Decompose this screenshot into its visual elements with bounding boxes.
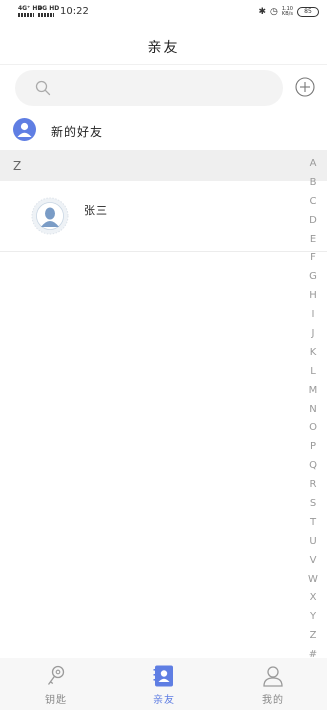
alphabet-index-item[interactable]: M [304, 382, 322, 401]
search-icon [35, 80, 51, 96]
alphabet-index-item[interactable]: B [304, 174, 322, 193]
new-friends-icon [13, 118, 36, 141]
section-letter: Z [13, 159, 22, 173]
alphabet-index-item[interactable]: H [304, 287, 322, 306]
bluetooth-icon: ✱ [258, 7, 266, 17]
alphabet-index-item[interactable]: D [304, 212, 322, 231]
nav-item-contacts[interactable]: 亲友 [134, 658, 194, 710]
sim2-label: 4G HD [38, 5, 60, 12]
alphabet-index-item[interactable]: J [304, 325, 322, 344]
alphabet-index-item[interactable]: R [304, 476, 322, 495]
nav-label-keys: 钥匙 [45, 695, 67, 706]
key-icon [47, 665, 65, 685]
signal-sim2-icon: 4G HD [38, 6, 59, 17]
battery-level: 85 [304, 8, 312, 15]
new-friends-label: 新的好友 [51, 125, 104, 139]
bottom-nav: 钥匙 亲友 我的 [0, 658, 327, 710]
nav-label-contacts: 亲友 [153, 695, 175, 706]
alphabet-index-item[interactable]: L [304, 363, 322, 382]
avatar [31, 197, 69, 235]
alarm-icon: ◷ [270, 7, 278, 17]
alphabet-index-item[interactable]: X [304, 589, 322, 608]
alphabet-index-item[interactable]: E [304, 231, 322, 250]
nav-item-keys[interactable]: 钥匙 [26, 658, 86, 710]
alphabet-index-item[interactable]: T [304, 514, 322, 533]
nav-label-profile: 我的 [262, 695, 284, 706]
alphabet-index-item[interactable]: S [304, 495, 322, 514]
alphabet-index-item[interactable]: O [304, 419, 322, 438]
contact-name: 张三 [84, 204, 108, 217]
alphabet-index-item[interactable]: U [304, 533, 322, 552]
nav-item-profile[interactable]: 我的 [243, 658, 303, 710]
battery-icon: 85 [297, 7, 319, 17]
alphabet-index[interactable]: A B C D E F G H I J K L M N O P Q R S T U V W X Y Z # [304, 155, 322, 665]
alphabet-index-item[interactable]: I [304, 306, 322, 325]
alphabet-index-item[interactable]: P [304, 438, 322, 457]
alphabet-index-item[interactable]: Y [304, 608, 322, 627]
alphabet-index-item[interactable]: K [304, 344, 322, 363]
profile-icon [263, 666, 283, 687]
alphabet-index-item[interactable]: Z [304, 627, 322, 646]
status-bar: 4G⁺ HD 4G HD 10:22 ✱ ◷ 1.10 KB/s 85 [0, 0, 327, 26]
speed-unit: KB/s [281, 11, 293, 17]
alphabet-index-item[interactable]: W [304, 571, 322, 590]
contact-item[interactable]: 张三 [0, 185, 327, 251]
search-input[interactable] [58, 78, 268, 98]
new-friends-row[interactable]: 新的好友 [0, 114, 327, 148]
alphabet-index-item[interactable]: F [304, 249, 322, 268]
alphabet-index-item[interactable]: C [304, 193, 322, 212]
add-friend-button[interactable] [295, 77, 315, 97]
row-divider [0, 251, 327, 252]
header-divider [0, 64, 327, 65]
alphabet-index-item[interactable]: V [304, 552, 322, 571]
alphabet-index-item[interactable]: N [304, 401, 322, 420]
page-title: 亲友 [147, 40, 180, 56]
section-header: Z [0, 150, 327, 181]
alphabet-index-item[interactable]: A [304, 155, 322, 174]
status-time: 10:22 [60, 6, 89, 17]
network-speed: 1.10 KB/s [282, 7, 293, 17]
alphabet-index-item[interactable]: G [304, 268, 322, 287]
contacts-icon [153, 665, 173, 687]
alphabet-index-item[interactable]: Q [304, 457, 322, 476]
